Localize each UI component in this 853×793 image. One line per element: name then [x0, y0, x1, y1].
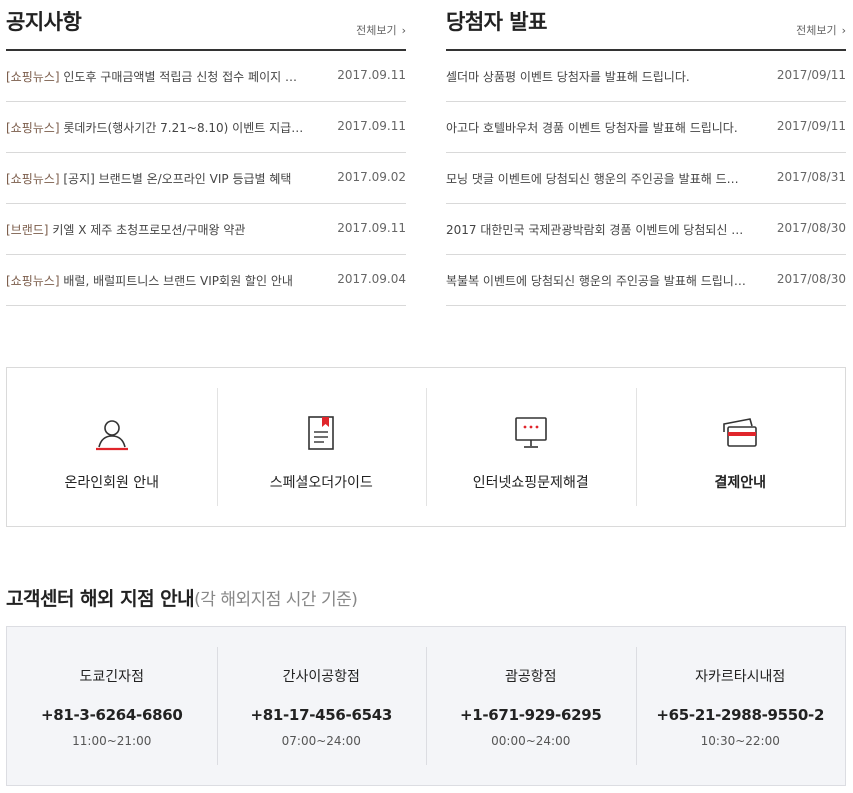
notice-row[interactable]: [쇼핑뉴스] 롯데카드(행사기간 7.21~8.10) 이벤트 지급 안내 20… — [6, 102, 406, 153]
branch-name: 괌공항점 — [504, 669, 557, 685]
branch-hours: 10:30~22:00 — [700, 734, 780, 748]
branch-hours: 07:00~24:00 — [281, 734, 361, 748]
winner-text: 셀더마 상품평 이벤트 당첨자를 발표해 드립니다. — [446, 70, 690, 84]
winner-row[interactable]: 모닝 댓글 이벤트에 당첨되신 행운의 주인공을 발표해 드립니다. 2017/… — [446, 153, 846, 204]
notice-date: 2017.09.02 — [337, 170, 406, 184]
winner-row[interactable]: 2017 대한민국 국제관광박람회 경품 이벤트에 당첨되신 분들 2017/0… — [446, 204, 846, 255]
guide-label: 결제안내 — [714, 475, 767, 491]
winner-text: 모닝 댓글 이벤트에 당첨되신 행운의 주인공을 발표해 드립니다. — [446, 172, 746, 186]
guide-label: 인터넷쇼핑문제해결 — [472, 475, 589, 491]
notice-category: [쇼핑뉴스] — [6, 172, 60, 186]
person-icon — [95, 420, 128, 451]
winner-date: 2017/08/30 — [776, 221, 846, 235]
winner-text: 아고다 호텔바우처 경품 이벤트 당첨자를 발표해 드립니다. — [446, 121, 738, 135]
notice-view-all-label: 전체보기 — [356, 24, 397, 37]
branch-card: 도쿄긴자점 +81-3-6264-6860 11:00~21:00 — [7, 627, 217, 785]
notice-title: 공지사항 — [6, 10, 82, 34]
branches-subtitle: (각 해외지점 시간 기준) — [194, 590, 358, 610]
winner-date: 2017/08/30 — [776, 272, 846, 286]
winner-date: 2017/08/31 — [776, 170, 846, 184]
winner-date: 2017/09/11 — [776, 68, 846, 82]
winner-text: 복불복 이벤트에 당첨되신 행운의 주인공을 발표해 드립니다. — [446, 274, 746, 288]
branch-name: 도쿄긴자점 — [79, 669, 144, 685]
guide-label: 스페셜오더가이드 — [269, 475, 373, 491]
notice-row[interactable]: [쇼핑뉴스] 배럴, 배럴피트니스 브랜드 VIP회원 할인 안내 2017.0… — [6, 255, 406, 306]
branch-phone: +81-17-456-6543 — [250, 706, 393, 724]
notice-category: [쇼핑뉴스] — [6, 274, 60, 288]
notice-row[interactable]: [브랜드] 키엘 X 제주 초청프로모션/구매왕 약관 2017.09.11 — [6, 204, 406, 255]
notice-text: 배럴, 배럴피트니스 브랜드 VIP회원 할인 안내 — [63, 274, 293, 288]
guide-payment[interactable]: 결제안내 — [635, 368, 846, 526]
monitor-icon — [514, 417, 547, 448]
notice-date: 2017.09.11 — [337, 119, 406, 133]
winners-header: 당첨자 발표 전체보기 › — [446, 0, 846, 51]
guide-special-order[interactable]: 스페셜오더가이드 — [216, 368, 427, 526]
branch-card: 자카르타시내점 +65-21-2988-9550-2 10:30~22:00 — [635, 627, 846, 785]
branch-name: 간사이공항점 — [282, 669, 360, 685]
chevron-right-icon: › — [841, 24, 846, 37]
notice-row[interactable]: [쇼핑뉴스] 인도후 구매금액별 적립금 신청 접수 페이지 안내 2017.0… — [6, 51, 406, 102]
winner-row[interactable]: 복불복 이벤트에 당첨되신 행운의 주인공을 발표해 드립니다. 2017/08… — [446, 255, 846, 306]
notice-text: [공지] 브랜드별 온/오프라인 VIP 등급별 혜택 — [63, 172, 292, 186]
credit-card-icon — [723, 418, 758, 447]
notice-text: 인도후 구매금액별 적립금 신청 접수 페이지 안내 — [63, 70, 306, 84]
notice-category: [쇼핑뉴스] — [6, 121, 60, 135]
notice-text: 키엘 X 제주 초청프로모션/구매왕 약관 — [52, 223, 246, 237]
winner-row[interactable]: 아고다 호텔바우처 경품 이벤트 당첨자를 발표해 드립니다. 2017/09/… — [446, 102, 846, 153]
guide-online-member[interactable]: 온라인회원 안내 — [7, 368, 217, 526]
winners-board: 당첨자 발표 전체보기 › 셀더마 상품평 이벤트 당첨자를 발표해 드립니다. … — [446, 0, 846, 306]
winner-row[interactable]: 셀더마 상품평 이벤트 당첨자를 발표해 드립니다. 2017/09/11 — [446, 51, 846, 102]
notice-row[interactable]: [쇼핑뉴스] [공지] 브랜드별 온/오프라인 VIP 등급별 혜택 2017.… — [6, 153, 406, 204]
guide-label: 온라인회원 안내 — [64, 475, 160, 491]
branches-title: 고객센터 해외 지점 안내 — [6, 588, 195, 610]
notice-date: 2017.09.04 — [337, 272, 406, 286]
branch-card: 괌공항점 +1-671-929-6295 00:00~24:00 — [426, 627, 636, 785]
branch-hours: 11:00~21:00 — [72, 734, 152, 748]
branches-heading: 고객센터 해외 지점 안내(각 해외지점 시간 기준) — [6, 584, 358, 611]
branch-card: 간사이공항점 +81-17-456-6543 07:00~24:00 — [216, 627, 427, 785]
guide-shopping-troubleshoot[interactable]: 인터넷쇼핑문제해결 — [426, 368, 636, 526]
winners-title: 당첨자 발표 — [446, 10, 547, 34]
winner-text: 2017 대한민국 국제관광박람회 경품 이벤트에 당첨되신 분들 — [446, 223, 746, 237]
notice-category: [쇼핑뉴스] — [6, 70, 60, 84]
notice-header: 공지사항 전체보기 › — [6, 0, 406, 51]
branch-phone: +1-671-929-6295 — [459, 706, 602, 724]
branch-name: 자카르타시내점 — [695, 669, 786, 685]
notice-text: 롯데카드(행사기간 7.21~8.10) 이벤트 지급 안내 — [63, 121, 306, 135]
service-guide-panel: 온라인회원 안내 스페셜오더가이드 인터넷쇼핑문제해결 결제안내 — [6, 367, 846, 527]
chevron-right-icon: › — [401, 24, 406, 37]
notice-date: 2017.09.11 — [337, 221, 406, 235]
winner-date: 2017/09/11 — [776, 119, 846, 133]
winners-view-all-label: 전체보기 — [796, 24, 837, 37]
notice-board: 공지사항 전체보기 › [쇼핑뉴스] 인도후 구매금액별 적립금 신청 접수 페이… — [6, 0, 406, 306]
notice-date: 2017.09.11 — [337, 68, 406, 82]
winners-view-all-link[interactable]: 전체보기 › — [796, 22, 846, 38]
notice-category: [브랜드] — [6, 223, 49, 237]
branch-phone: +81-3-6264-6860 — [40, 706, 183, 724]
notice-view-all-link[interactable]: 전체보기 › — [356, 22, 406, 38]
branch-hours: 00:00~24:00 — [491, 734, 571, 748]
branch-phone: +65-21-2988-9550-2 — [656, 706, 825, 724]
document-bookmark-icon — [308, 416, 335, 450]
branches-panel: 도쿄긴자점 +81-3-6264-6860 11:00~21:00 간사이공항점… — [6, 626, 846, 786]
